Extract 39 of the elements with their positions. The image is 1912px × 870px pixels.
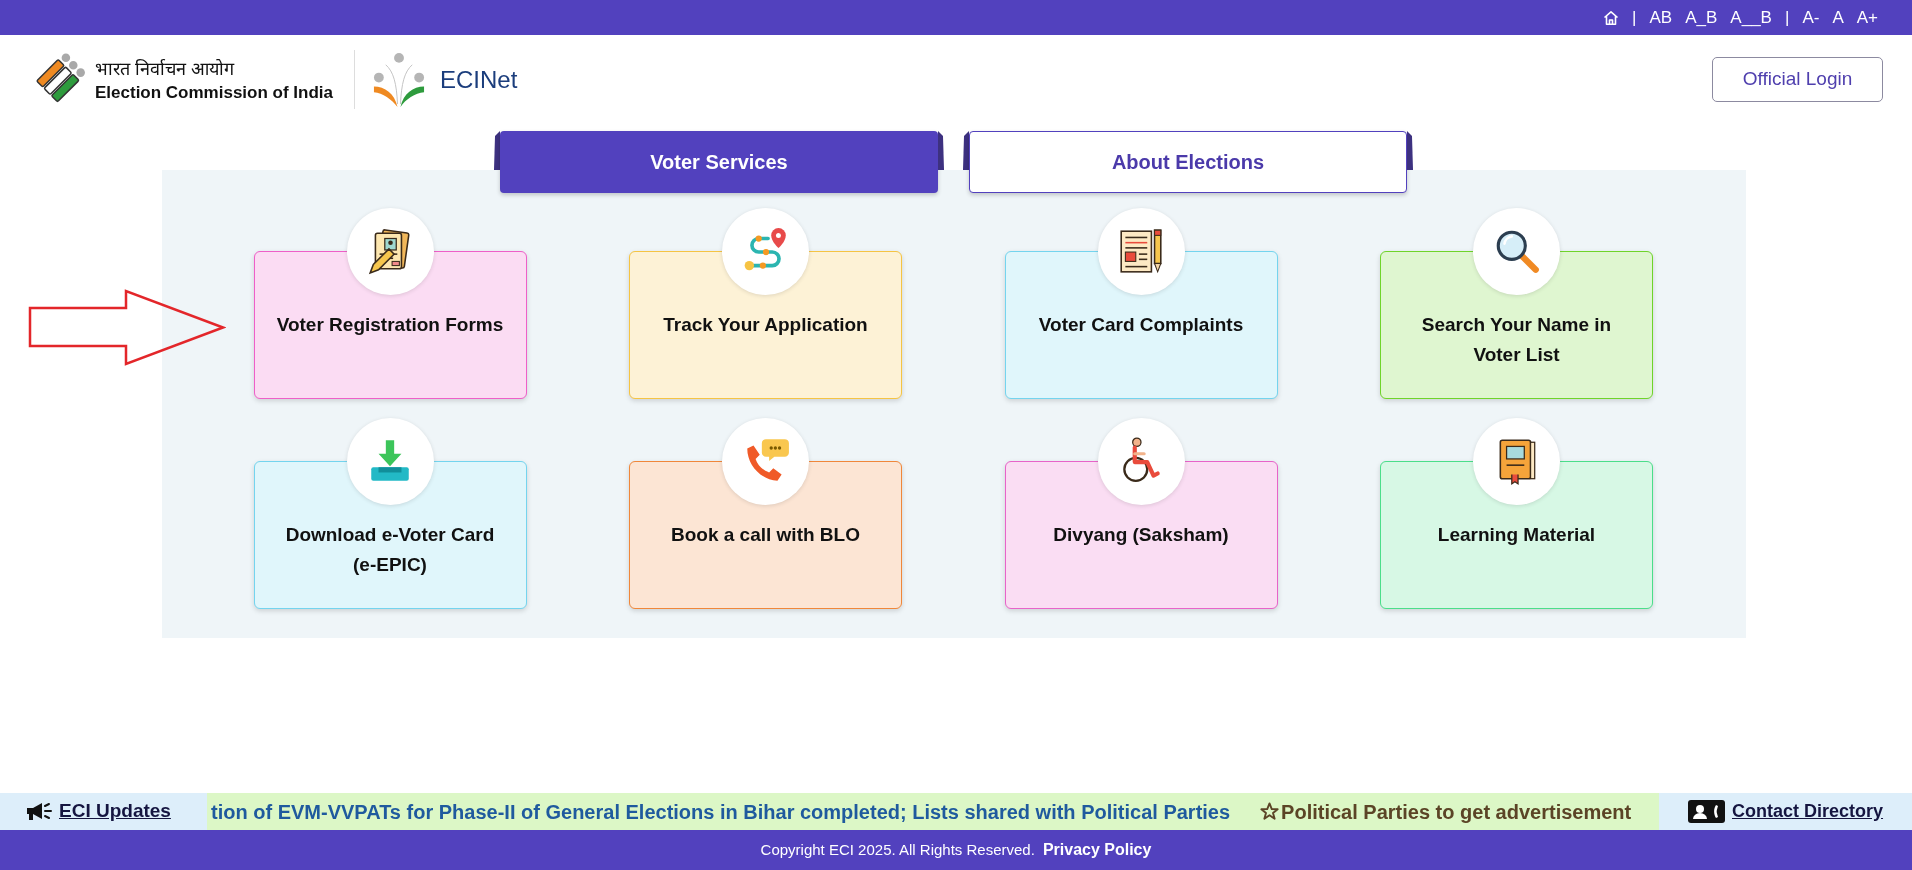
toolbar-separator: | — [1632, 6, 1637, 29]
app-name: ECINet — [440, 64, 518, 95]
font-size-option[interactable]: A+ — [1856, 4, 1878, 31]
org-name: Election Commission of India — [95, 81, 334, 104]
text-spacing-option[interactable]: A__B — [1730, 4, 1772, 31]
tab[interactable]: Voter Services — [500, 130, 938, 193]
tab-fold-icon — [494, 130, 500, 170]
service-card[interactable]: Learning Material — [1380, 461, 1653, 609]
phone-chat-icon — [722, 417, 809, 505]
news-item[interactable]: tion of EVM-VVPATs for Phase-II of General Elections in Bihar completed; Lists shared with Political Parties — [211, 796, 1231, 827]
toolbar-separator: | — [1784, 6, 1790, 29]
service-card[interactable]: Divyang (Saksham) — [1004, 461, 1278, 609]
tab-fold-icon — [938, 130, 944, 170]
copyright-text: Copyright ECI 2025. All Rights Reserved. — [760, 839, 1035, 860]
tab-fold-icon — [963, 130, 969, 170]
org-name-hindi: भारत निर्वाचन आयोग — [95, 57, 236, 81]
font-size-option[interactable]: A — [1832, 4, 1844, 31]
service-card[interactable]: Download e-Voter Card (e-EPIC) — [253, 461, 527, 609]
service-card[interactable]: Voter Registration Forms — [253, 251, 527, 399]
tab[interactable]: About Elections — [969, 130, 1407, 193]
book-icon — [1473, 417, 1560, 505]
news-item[interactable]: Political Parties to get advertisement — [1281, 796, 1632, 827]
text-spacing-option[interactable]: AB — [1649, 4, 1673, 31]
service-card[interactable]: Track Your Application — [629, 251, 902, 399]
contact-card-icon — [1688, 800, 1725, 823]
tab-fold-icon — [1407, 130, 1413, 170]
text-spacing-option[interactable]: A_B — [1685, 4, 1718, 31]
service-card[interactable]: Voter Card Complaints — [1004, 251, 1278, 399]
search-icon — [1473, 207, 1560, 295]
megaphone-icon — [26, 801, 52, 822]
service-card[interactable]: Book a call with BLO — [629, 461, 902, 609]
service-card[interactable]: Search Your Name in Voter List — [1380, 251, 1653, 399]
official-login-button[interactable]: Official Login — [1712, 57, 1883, 102]
font-size-option[interactable]: A- — [1802, 4, 1820, 31]
home-icon[interactable] — [1603, 9, 1620, 26]
eci-updates-link[interactable]: ECI Updates — [59, 797, 171, 826]
contact-directory-link[interactable]: Contact Directory — [1732, 798, 1884, 825]
privacy-policy-link[interactable]: Privacy Policy — [1042, 838, 1152, 862]
route-pin-icon — [722, 207, 809, 295]
